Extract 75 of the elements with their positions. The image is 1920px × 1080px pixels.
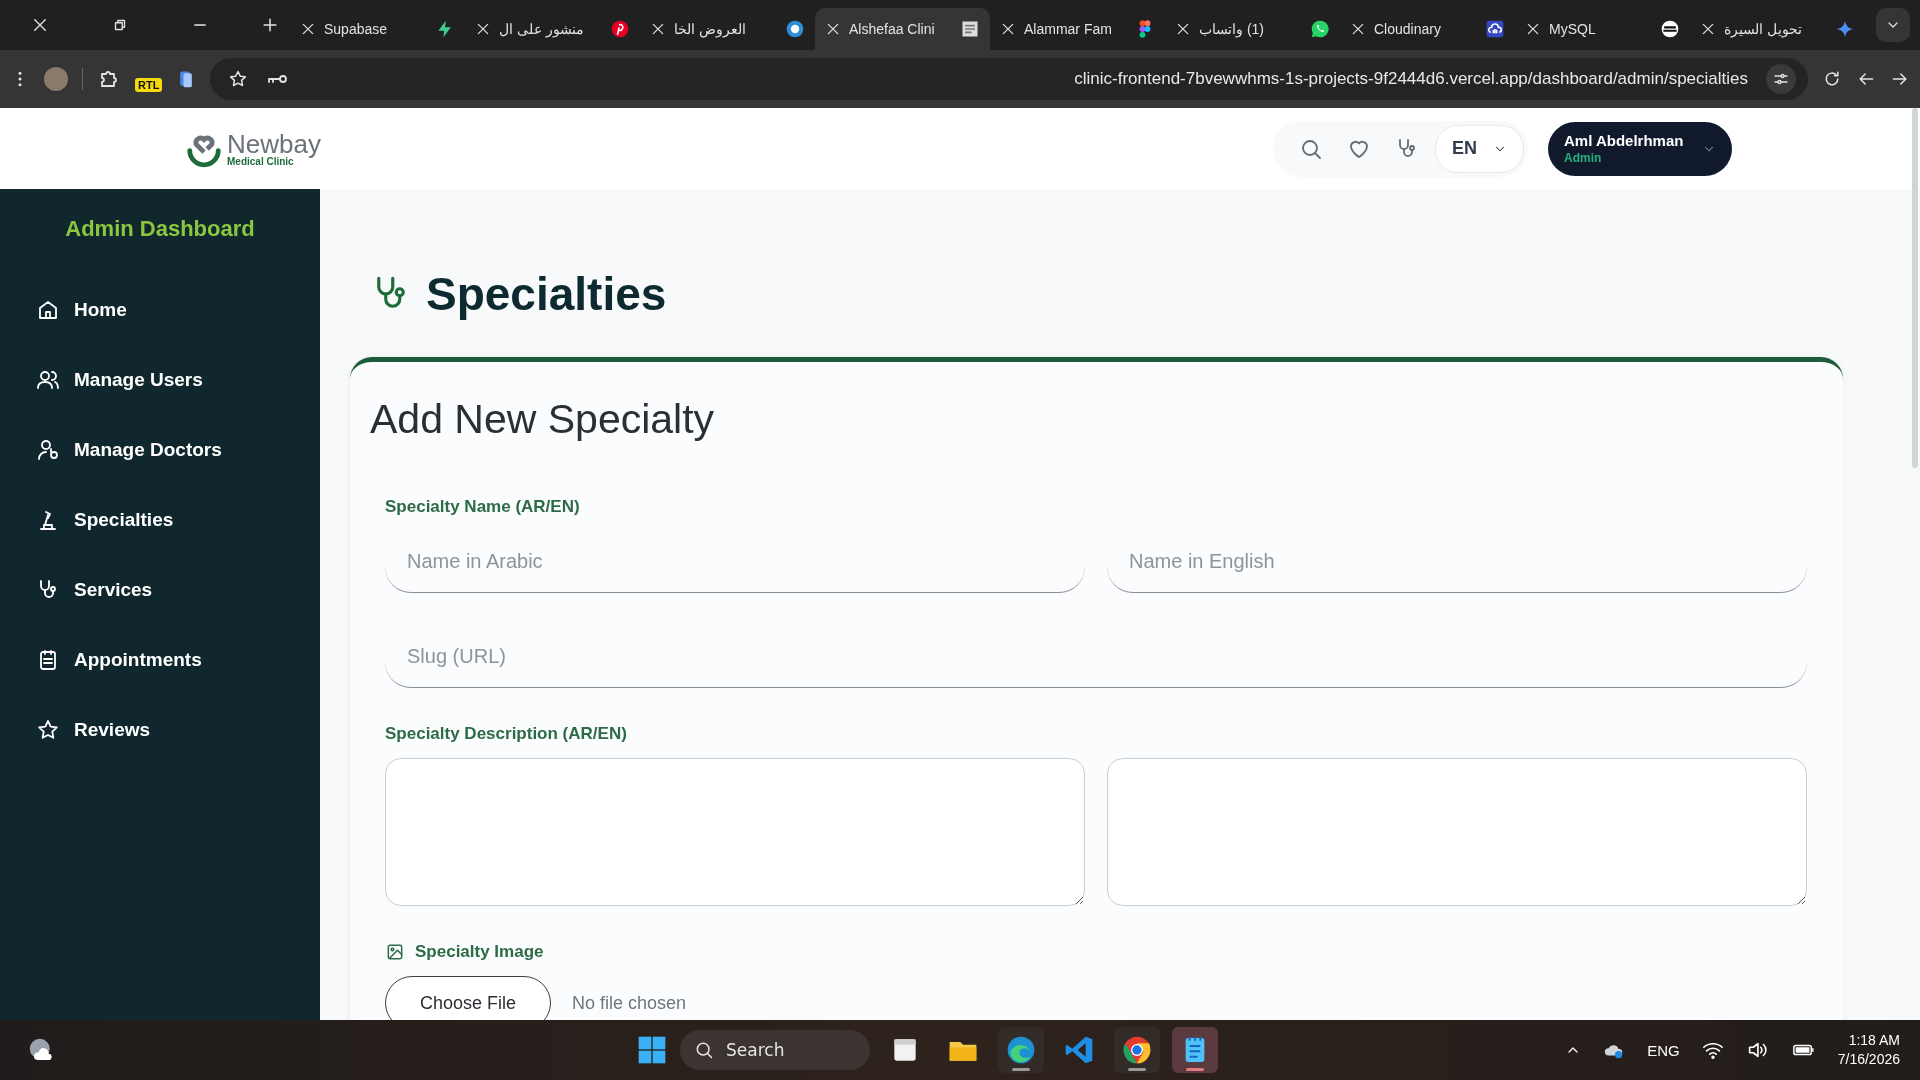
close-icon[interactable] xyxy=(1175,21,1191,37)
taskbar-app[interactable] xyxy=(1172,1027,1218,1073)
input-field[interactable]: Name in Arabic xyxy=(385,531,1085,593)
url-text: clinic-frontend-7bvewwhms-1s-projects-9f2444d6.vercel.app/dashboard/admin/specialties xyxy=(1074,69,1748,89)
language-select[interactable]: EN xyxy=(1435,124,1524,173)
sparkle-icon xyxy=(1835,19,1855,39)
profile-avatar[interactable] xyxy=(44,67,68,91)
sidebar-link[interactable]: Manage Doctors xyxy=(74,439,222,461)
file-status: No file chosen xyxy=(572,992,687,1014)
user-name: Aml Abdelrhman xyxy=(1564,132,1685,149)
close-icon[interactable] xyxy=(475,21,491,37)
search-icon xyxy=(694,1040,714,1060)
users-icon xyxy=(36,368,60,392)
field-label: Specialty Image xyxy=(415,942,544,962)
close-icon[interactable] xyxy=(1700,21,1716,37)
address-bar[interactable]: clinic-frontend-7bvewwhms-1s-projects-9f2444d6.vercel.app/dashboard/admin/specialties xyxy=(210,58,1808,100)
close-icon[interactable] xyxy=(825,21,841,37)
sidebar-link[interactable]: Specialties xyxy=(74,509,174,531)
browser-logo-icon xyxy=(1121,1034,1153,1066)
star-icon xyxy=(36,718,60,742)
browser-tab[interactable]: Cloudinary xyxy=(1340,8,1515,50)
star-icon[interactable] xyxy=(228,69,249,89)
input-language[interactable]: ENG xyxy=(1647,1041,1680,1059)
sidebar-title: Admin Dashboard xyxy=(64,215,256,243)
chat-bubble-icon xyxy=(1310,19,1330,39)
field-label: Specialty Name (AR/EN) xyxy=(385,497,580,517)
browser-tab[interactable]: العروض الخا xyxy=(640,8,815,50)
logo-tagline: Medical Clinic xyxy=(227,156,294,167)
windows-icon[interactable] xyxy=(636,1034,668,1066)
browser-tab[interactable]: Alammar Fam xyxy=(990,8,1165,50)
close-icon[interactable] xyxy=(300,21,316,37)
browser-tab[interactable]: منشور على ال xyxy=(465,8,640,50)
sidebar-link[interactable]: Home xyxy=(74,299,127,321)
user-icon xyxy=(36,438,60,462)
taskbar-app[interactable] xyxy=(1114,1027,1160,1073)
browser-tab[interactable]: تحويل السيرة xyxy=(1690,8,1865,50)
cloud-icon xyxy=(1485,19,1505,39)
clock-time[interactable]: 1:18 AM xyxy=(1848,1031,1900,1050)
image-icon xyxy=(385,942,405,962)
round-logo-icon xyxy=(1660,19,1680,39)
close-window-icon[interactable] xyxy=(31,16,49,34)
extension-badge[interactable]: RTL xyxy=(135,78,163,92)
field-label: Specialty Description (AR/EN) xyxy=(385,724,627,744)
user-menu[interactable]: Aml Abdelrhman Admin xyxy=(1548,121,1732,176)
tab-list-button[interactable] xyxy=(1876,8,1910,42)
code-icon xyxy=(1063,1034,1095,1066)
input-field[interactable]: Slug (URL) xyxy=(385,626,1807,688)
taskbar-search[interactable]: Search xyxy=(680,1030,870,1070)
site-settings-button[interactable] xyxy=(1766,64,1796,94)
home-icon xyxy=(36,298,60,322)
user-role: Admin xyxy=(1564,151,1603,165)
pin-logo-icon xyxy=(610,19,630,39)
sidebar-link[interactable]: Appointments xyxy=(74,649,202,671)
input-field[interactable]: Name in English xyxy=(1107,531,1807,593)
close-icon[interactable] xyxy=(1525,21,1541,37)
ring-icon xyxy=(785,19,805,39)
sidebar-link[interactable]: Manage Users xyxy=(74,369,203,391)
swirl-icon xyxy=(1005,1034,1037,1066)
page-title: Specialties xyxy=(426,267,667,321)
sidebar-link[interactable]: Reviews xyxy=(74,719,151,741)
logo-name[interactable]: Newbay xyxy=(227,130,321,157)
sidebar-link[interactable]: Services xyxy=(74,579,153,601)
close-icon[interactable] xyxy=(1350,21,1366,37)
choose-file-button[interactable]: Choose File xyxy=(385,976,552,1020)
browser-tab[interactable]: (1) واتساب xyxy=(1165,8,1340,50)
close-icon[interactable] xyxy=(1000,21,1016,37)
page-icon xyxy=(960,19,980,39)
scrollbar-thumb[interactable] xyxy=(1912,108,1918,468)
browser-tab[interactable]: Alshefaa Clini xyxy=(815,8,990,50)
browser-tab[interactable]: MySQL xyxy=(1515,8,1690,50)
form-heading: Add New Specialty xyxy=(370,396,716,443)
clock-date[interactable]: 7/16/2026 xyxy=(1837,1050,1900,1069)
taskbar-app[interactable] xyxy=(998,1027,1044,1073)
close-icon[interactable] xyxy=(650,21,666,37)
browser-tab[interactable]: Supabase xyxy=(290,8,465,50)
